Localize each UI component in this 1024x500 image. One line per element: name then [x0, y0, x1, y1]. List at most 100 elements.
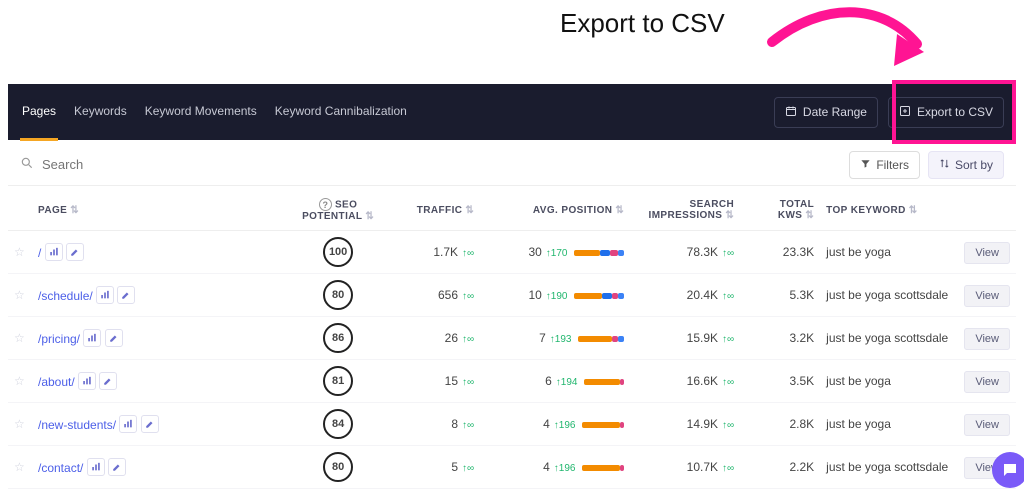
- impressions-cell: 15.9K↑∞: [630, 317, 740, 360]
- sort-by-label: Sort by: [955, 158, 993, 172]
- top-keyword-cell: just be yoga scottsdale: [820, 274, 956, 317]
- tab-keyword-movements[interactable]: Keyword Movements: [143, 84, 259, 141]
- table-row: ☆ /about/ 81 15↑∞ 6↑194 16.6K↑∞ 3.5K jus…: [8, 360, 1016, 403]
- table-body: ☆ / 100 1.7K↑∞ 30↑170 78.3K↑∞ 23.3K just…: [8, 231, 1016, 497]
- col-top-keyword[interactable]: TOP KEYWORD⇅: [820, 190, 956, 231]
- search-box[interactable]: [20, 156, 202, 173]
- table-row: ☆ /new-students/ 84 8↑∞ 4↑196 14.9K↑∞ 2.…: [8, 403, 1016, 446]
- kws-cell: 2.2K: [740, 446, 820, 489]
- traffic-cell: 00: [380, 489, 480, 497]
- chart-icon[interactable]: [96, 286, 114, 304]
- page-cell: /pricing/: [32, 317, 296, 360]
- table-row: ☆ /schedule/ 80 656↑∞ 10↑190 20.4K↑∞ 5.3…: [8, 274, 1016, 317]
- tab-keyword-cannibalization[interactable]: Keyword Cannibalization: [273, 84, 409, 141]
- table-row: ☆ /pricing/ 86 26↑∞ 7↑193 15.9K↑∞ 3.2K j…: [8, 317, 1016, 360]
- page-link[interactable]: /: [38, 246, 41, 260]
- filter-icon: [860, 158, 871, 172]
- kws-cell: 23.3K: [740, 231, 820, 274]
- edit-icon[interactable]: [117, 286, 135, 304]
- avg-position-cell: 6↑194: [480, 360, 630, 403]
- view-button[interactable]: View: [964, 242, 1010, 264]
- star-icon[interactable]: ☆: [14, 245, 25, 259]
- col-seo-potential[interactable]: ?SEO POTENTIAL⇅: [296, 190, 380, 231]
- top-keyword-cell: just be yoga scottsdale: [820, 446, 956, 489]
- edit-icon[interactable]: [141, 415, 159, 433]
- seo-potential-badge: 84: [323, 409, 353, 439]
- tab-keywords[interactable]: Keywords: [72, 84, 129, 141]
- kws-cell: 5.3K: [740, 274, 820, 317]
- impressions-cell: 14.9K↑∞: [630, 403, 740, 446]
- traffic-cell: 26↑∞: [380, 317, 480, 360]
- traffic-cell: 15↑∞: [380, 360, 480, 403]
- col-traffic[interactable]: TRAFFIC⇅: [380, 190, 480, 231]
- top-keyword-cell: [820, 489, 956, 497]
- table-header-row: PAGE⇅?SEO POTENTIAL⇅TRAFFIC⇅AVG. POSITIO…: [8, 190, 1016, 231]
- top-nav-bar: Pages KeywordsKeyword MovementsKeyword Ca…: [8, 84, 1016, 140]
- page-link[interactable]: /contact/: [38, 461, 83, 475]
- export-csv-button[interactable]: Export to CSV: [888, 97, 1004, 128]
- traffic-cell: 656↑∞: [380, 274, 480, 317]
- page-link[interactable]: /#:~:text=2%20WEEKS%20OF%20UNLIMIT...: [38, 495, 283, 496]
- page-cell: /contact/: [32, 446, 296, 489]
- page-link[interactable]: /about/: [38, 375, 75, 389]
- chart-icon[interactable]: [45, 243, 63, 261]
- col-avg-position[interactable]: AVG. POSITION⇅: [480, 190, 630, 231]
- avg-position-cell: 2↑198: [480, 489, 630, 497]
- edit-icon[interactable]: [108, 458, 126, 476]
- view-button[interactable]: View: [964, 414, 1010, 436]
- edit-icon[interactable]: [99, 372, 117, 390]
- filters-button[interactable]: Filters: [849, 151, 920, 179]
- star-icon[interactable]: ☆: [14, 374, 25, 388]
- view-button[interactable]: View: [964, 371, 1010, 393]
- page-cell: /#:~:text=2%20WEEKS%20OF%20UNLIMIT...: [32, 489, 296, 497]
- results-table: PAGE⇅?SEO POTENTIAL⇅TRAFFIC⇅AVG. POSITIO…: [8, 190, 1016, 496]
- page-cell: /: [32, 231, 296, 274]
- results-table-container: PAGE⇅?SEO POTENTIAL⇅TRAFFIC⇅AVG. POSITIO…: [8, 190, 1016, 496]
- page-cell: /new-students/: [32, 403, 296, 446]
- sort-indicator-icon: ⇅: [615, 205, 624, 216]
- sort-by-button[interactable]: Sort by: [928, 151, 1004, 179]
- top-keyword-cell: just be yoga: [820, 360, 956, 403]
- traffic-cell: 8↑∞: [380, 403, 480, 446]
- sort-indicator-icon: ⇅: [70, 205, 79, 216]
- impressions-cell: 2↑∞: [630, 489, 740, 497]
- sort-indicator-icon: ⇅: [365, 211, 374, 222]
- page-link[interactable]: /schedule/: [38, 289, 93, 303]
- tab-pages[interactable]: Pages: [20, 84, 58, 141]
- search-input[interactable]: [42, 157, 202, 172]
- impressions-cell: 16.6K↑∞: [630, 360, 740, 403]
- date-range-button[interactable]: Date Range: [774, 97, 878, 128]
- page-link[interactable]: /new-students/: [38, 418, 116, 432]
- edit-icon[interactable]: [66, 243, 84, 261]
- edit-icon[interactable]: [105, 329, 123, 347]
- kws-cell: 2: [740, 489, 820, 497]
- avg-position-cell: 4↑196: [480, 403, 630, 446]
- impressions-cell: 78.3K↑∞: [630, 231, 740, 274]
- col-search-impressions[interactable]: SEARCH IMPRESSIONS⇅: [630, 190, 740, 231]
- star-icon[interactable]: ☆: [14, 331, 25, 345]
- chart-icon[interactable]: [83, 329, 101, 347]
- chart-icon[interactable]: [119, 415, 137, 433]
- chart-icon[interactable]: [78, 372, 96, 390]
- export-icon: [899, 105, 911, 120]
- view-button[interactable]: View: [964, 328, 1010, 350]
- table-row: ☆ /contact/ 80 5↑∞ 4↑196 10.7K↑∞ 2.2K ju…: [8, 446, 1016, 489]
- nav-tabs: Pages KeywordsKeyword MovementsKeyword Ca…: [20, 84, 409, 141]
- toolbar: Filters Sort by: [8, 144, 1016, 186]
- page-link[interactable]: /pricing/: [38, 332, 80, 346]
- seo-potential-badge: 81: [323, 366, 353, 396]
- export-csv-label: Export to CSV: [917, 105, 993, 119]
- top-keyword-cell: just be yoga: [820, 231, 956, 274]
- star-icon[interactable]: ☆: [14, 460, 25, 474]
- col-total-kws[interactable]: TOTAL KWS⇅: [740, 190, 820, 231]
- star-icon[interactable]: ☆: [14, 288, 25, 302]
- col-page[interactable]: PAGE⇅: [32, 190, 296, 231]
- chat-bubble-button[interactable]: [992, 452, 1024, 488]
- impressions-cell: 10.7K↑∞: [630, 446, 740, 489]
- sort-indicator-icon: ⇅: [725, 210, 734, 221]
- star-icon[interactable]: ☆: [14, 417, 25, 431]
- help-icon[interactable]: ?: [319, 198, 332, 211]
- page-cell: /schedule/: [32, 274, 296, 317]
- view-button[interactable]: View: [964, 285, 1010, 307]
- chart-icon[interactable]: [87, 458, 105, 476]
